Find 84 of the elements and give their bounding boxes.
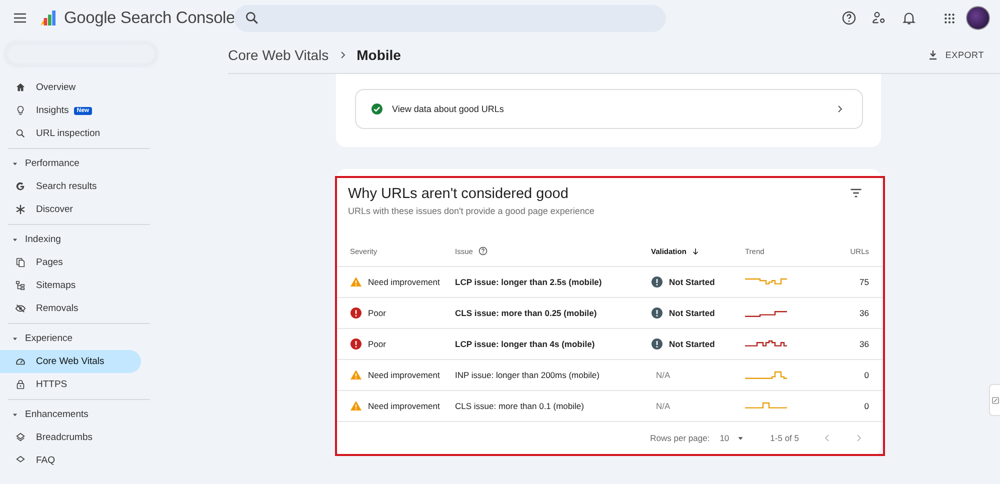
search-icon [15, 128, 26, 139]
letter-g-icon [15, 181, 26, 192]
lock-icon [15, 379, 26, 390]
help-icon[interactable] [841, 10, 857, 26]
card-subtitle: URLs with these issues don't provide a good page experience [348, 206, 594, 216]
trend-sparkline [745, 308, 787, 318]
avatar[interactable] [966, 6, 990, 30]
url-count: 0 [864, 401, 869, 411]
page-range: 1-5 of 5 [770, 433, 799, 443]
issue-name[interactable]: LCP issue: longer than 4s (mobile) [455, 339, 595, 349]
breadcrumb-item[interactable]: Core Web Vitals [228, 46, 329, 62]
home-icon [15, 82, 26, 93]
nav-item[interactable]: Pages [0, 251, 141, 274]
url-count: 36 [860, 308, 869, 318]
warning-icon [350, 276, 362, 288]
trend-sparkline [745, 401, 787, 411]
trend-sparkline [745, 277, 787, 287]
search-icon [244, 10, 260, 26]
url-count: 75 [860, 277, 869, 287]
card-title: Why URLs aren't considered good [348, 186, 570, 202]
nav-item[interactable]: HTTPS [0, 373, 141, 396]
grid-dots-icon[interactable] [943, 12, 956, 24]
nav-item[interactable]: Core Web Vitals [0, 350, 141, 373]
url-count: 36 [860, 339, 869, 349]
nav-item[interactable]: FAQ [0, 449, 141, 472]
severity-label: Need improvement [368, 401, 440, 411]
product-name: Google Search Console [64, 8, 235, 28]
export-button[interactable]: EXPORT [925, 46, 986, 62]
issue-name[interactable]: INP issue: longer than 200ms (mobile) [455, 370, 600, 380]
nav-item[interactable]: Discover [0, 198, 141, 221]
exclamation-circle-icon [651, 338, 663, 350]
validation-status: N/A [656, 370, 670, 380]
validation-status: N/A [656, 401, 670, 411]
filter-icon[interactable] [849, 186, 863, 200]
nav-item[interactable]: Breadcrumbs [0, 426, 141, 449]
section-header[interactable]: Performance [0, 152, 160, 175]
issue-name[interactable]: CLS issue: more than 0.25 (mobile) [455, 308, 597, 318]
nav-item[interactable]: URL inspection [0, 122, 141, 145]
arrow-down-icon[interactable] [691, 246, 700, 256]
layers-icon [15, 432, 26, 443]
validation-status: Not Started [669, 277, 715, 287]
lightbulb-icon [15, 105, 26, 116]
issue-name[interactable]: LCP issue: longer than 2.5s (mobile) [455, 277, 602, 287]
severity-label: Need improvement [368, 277, 440, 287]
check-circle-icon [371, 103, 383, 115]
validation-status: Not Started [669, 339, 715, 349]
nav-item[interactable]: Overview [0, 76, 141, 99]
breadcrumb-item: Mobile [356, 46, 401, 62]
severity-label: Poor [368, 339, 386, 349]
rows-per-page-select[interactable]: 10 [720, 432, 746, 444]
gauge-icon [15, 356, 26, 367]
severity-label: Poor [368, 308, 386, 318]
asterisk-icon [15, 204, 26, 215]
exclamation-circle-icon [651, 276, 663, 288]
pages-icon [15, 257, 26, 268]
validation-status: Not Started [669, 308, 715, 318]
warning-icon [350, 369, 362, 381]
error-icon [350, 307, 362, 319]
section-header[interactable]: Indexing [0, 228, 160, 251]
side-panel-tab[interactable] [989, 384, 1000, 416]
rows-per-page-label: Rows per page: [650, 433, 710, 443]
trend-sparkline [745, 370, 787, 380]
nav-item[interactable]: Sitemaps [0, 274, 141, 297]
person-gear-icon[interactable] [871, 10, 887, 26]
warning-icon [350, 400, 362, 412]
nav-label: Insights [36, 105, 69, 116]
search-field[interactable] [234, 4, 666, 32]
nav-item[interactable]: Removals [0, 297, 141, 320]
section-header[interactable]: Experience [0, 327, 160, 350]
error-icon [350, 338, 362, 350]
severity-label: Need improvement [368, 370, 440, 380]
sitemap-icon [15, 280, 26, 291]
panel-icon [990, 396, 1000, 404]
exclamation-circle-icon [651, 307, 663, 319]
issue-name[interactable]: CLS issue: more than 0.1 (mobile) [455, 401, 584, 411]
url-count: 0 [864, 370, 869, 380]
eye-slash-icon [15, 303, 26, 314]
trend-sparkline [745, 339, 787, 349]
download-icon [927, 48, 940, 60]
bell-icon[interactable] [901, 10, 917, 26]
section-header[interactable]: Enhancements [0, 403, 160, 426]
nav-item[interactable]: Search results [0, 175, 141, 198]
help-icon[interactable] [478, 246, 488, 256]
good-urls-link[interactable]: View data about good URLs [355, 89, 863, 129]
